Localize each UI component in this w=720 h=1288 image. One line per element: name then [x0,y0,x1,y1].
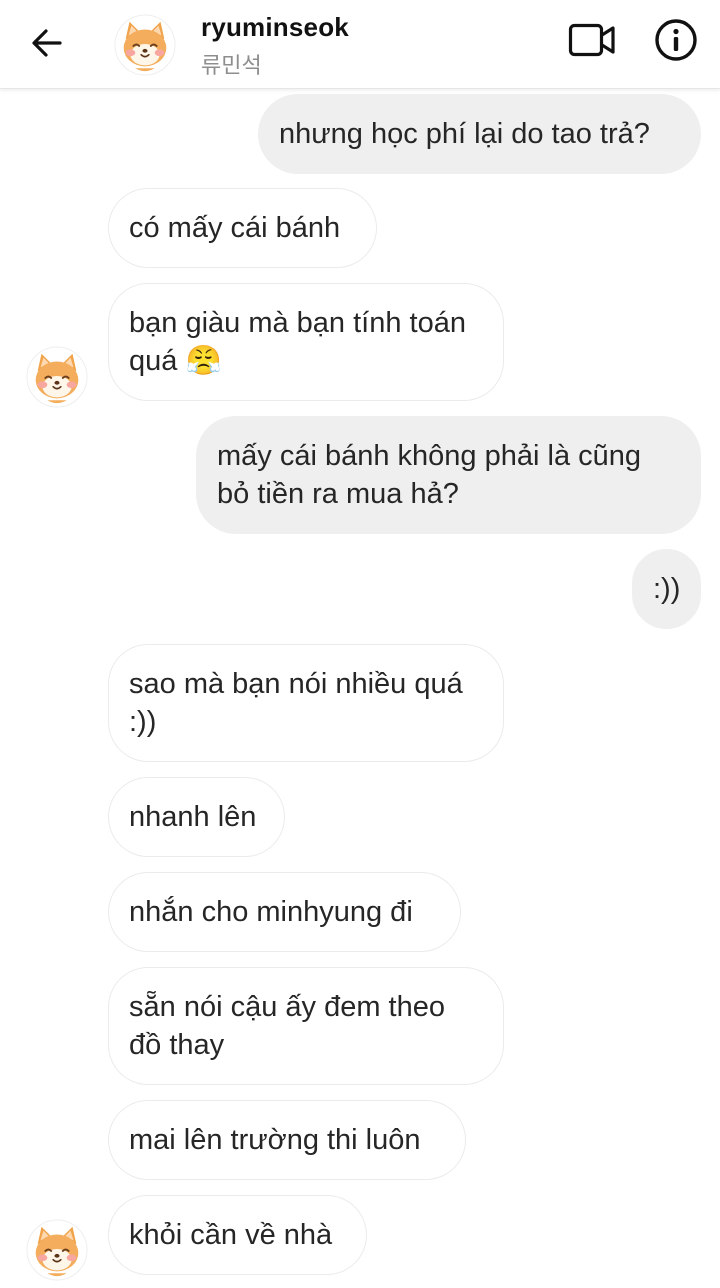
shiba-avatar-icon [114,14,176,76]
shiba-avatar-icon [26,346,88,408]
message-sent[interactable]: :)) [632,549,701,629]
arrow-left-icon [32,29,62,57]
video-camera-icon [568,23,615,57]
back-button[interactable] [26,22,68,64]
message-received[interactable]: có mấy cái bánh [108,188,377,268]
shiba-avatar-icon [26,1219,88,1281]
message-sent[interactable]: mấy cái bánh không phải là cũng bỏ tiền … [196,416,701,534]
message-received[interactable]: bạn giàu mà bạn tính toán quá 😤 [108,283,504,401]
message-received[interactable]: khỏi cần về nhà [108,1195,367,1275]
info-button[interactable] [652,16,700,64]
chat-header: ryuminseok 류민석 [0,0,720,89]
message-received[interactable]: sẵn nói cậu ấy đem theo đồ thay [108,967,504,1085]
message-thread[interactable]: nhưng học phí lại do tao trả? có mấy cái… [0,89,720,1288]
message-received[interactable]: mai lên trường thi luôn [108,1100,466,1180]
sender-avatar[interactable] [26,1219,88,1281]
avatar[interactable] [114,14,176,76]
username[interactable]: ryuminseok [201,12,349,43]
message-received[interactable]: nhắn cho minhyung đi [108,872,461,952]
video-call-button[interactable] [566,18,618,62]
display-name: 류민석 [201,53,262,78]
message-sent[interactable]: nhưng học phí lại do tao trả? [258,94,701,174]
info-circle-icon [655,19,697,61]
message-received[interactable]: nhanh lên [108,777,285,857]
sender-avatar[interactable] [26,346,88,408]
message-received[interactable]: sao mà bạn nói nhiều quá :)) [108,644,504,762]
